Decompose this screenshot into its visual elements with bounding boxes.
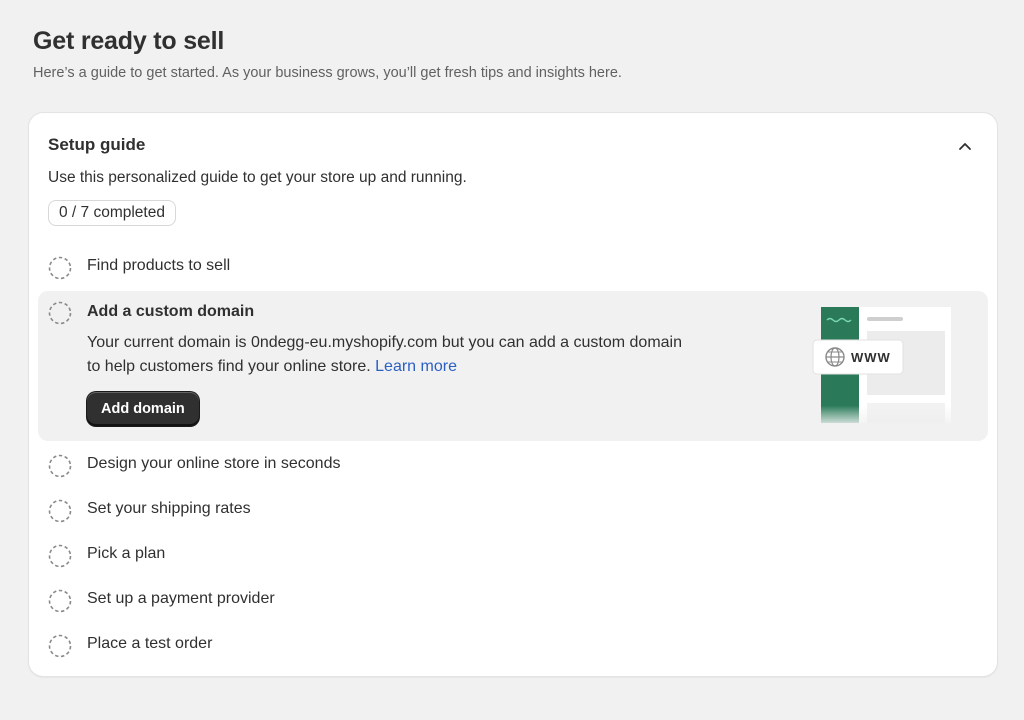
step-label: Add a custom domain [87, 303, 255, 320]
step-label: Find products to sell [87, 257, 231, 274]
incomplete-circle-icon[interactable] [48, 634, 72, 658]
add-domain-button[interactable]: Add domain [87, 392, 199, 426]
page-subtitle: Here’s a guide to get started. As your b… [33, 65, 622, 81]
step-shipping-rates[interactable]: Set your shipping rates [38, 489, 988, 531]
step-test-order[interactable]: Place a test order [38, 624, 988, 666]
www-badge: WWW [851, 350, 891, 365]
page-title: Get ready to sell [33, 27, 225, 55]
incomplete-circle-icon[interactable] [48, 454, 72, 478]
step-label: Set your shipping rates [87, 500, 251, 517]
incomplete-circle-icon[interactable] [48, 256, 72, 280]
chevron-up-icon [959, 142, 971, 150]
setup-guide-title: Setup guide [48, 135, 146, 154]
setup-guide-description: Use this personalized guide to get your … [48, 169, 467, 186]
step-label: Place a test order [87, 635, 213, 652]
incomplete-circle-icon[interactable] [48, 589, 72, 613]
step-label: Set up a payment provider [87, 590, 275, 607]
step-label: Design your online store in seconds [87, 455, 341, 472]
setup-guide-card: Setup guide Use this personalized guide … [29, 113, 997, 676]
domain-illustration: WWW [812, 307, 951, 423]
progress-badge: 0 / 7 completed [48, 200, 176, 226]
step-label: Pick a plan [87, 545, 166, 562]
incomplete-circle-icon[interactable] [48, 301, 72, 325]
step-add-custom-domain[interactable]: Add a custom domain Your current domain … [38, 291, 988, 441]
step-pick-plan[interactable]: Pick a plan [38, 534, 988, 576]
learn-more-link[interactable]: Learn more [375, 358, 457, 375]
step-payment-provider[interactable]: Set up a payment provider [38, 579, 988, 621]
step-find-products[interactable]: Find products to sell [38, 246, 988, 288]
collapse-button[interactable] [953, 135, 977, 157]
step-design-store[interactable]: Design your online store in seconds [38, 444, 988, 486]
page: Get ready to sell Here’s a guide to get … [0, 0, 1024, 720]
step-description: Your current domain is 0ndegg-eu.myshopi… [87, 331, 687, 379]
incomplete-circle-icon[interactable] [48, 544, 72, 568]
incomplete-circle-icon[interactable] [48, 499, 72, 523]
